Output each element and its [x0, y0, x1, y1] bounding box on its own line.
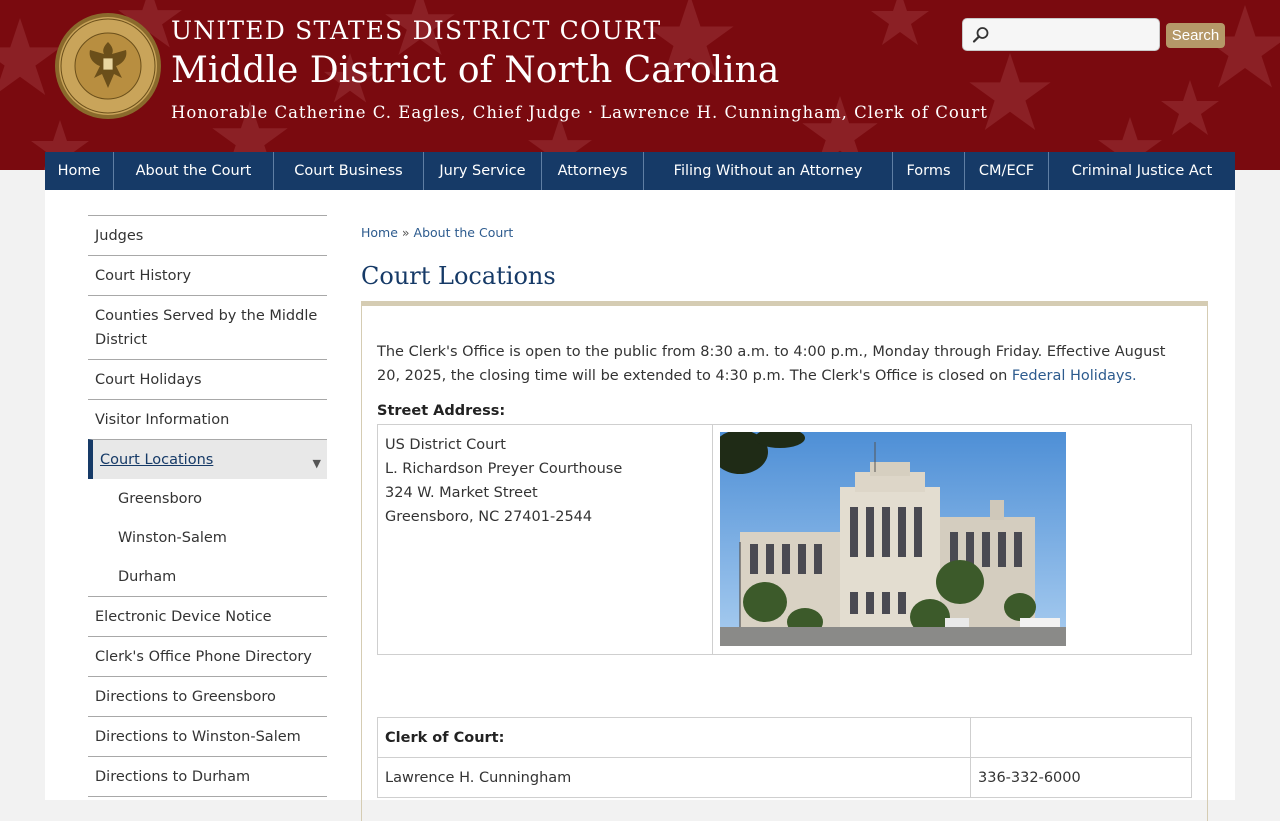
sidebar-item-label: Winston-Salem	[118, 529, 227, 546]
sidebar-subitem-winston-salem[interactable]: Winston-Salem	[88, 518, 327, 557]
sidebar-item-label: Greensboro	[118, 490, 203, 507]
sidebar-item-label: Court Holidays	[95, 371, 202, 388]
sidebar-item-label: Directions to Durham	[95, 768, 251, 785]
sidebar-item-court-locations[interactable]: Court Locations ▼	[88, 439, 327, 479]
sidebar-item-phone-directory[interactable]: Clerk's Office Phone Directory	[88, 636, 327, 676]
sidebar-item-label: Judges	[95, 227, 144, 244]
table-row: Lawrence H. Cunningham 336-332-6000	[377, 757, 1192, 798]
address-line: Greensboro, NC 27401-2544	[385, 509, 593, 525]
sidebar-item-directions-greensboro[interactable]: Directions to Greensboro	[88, 676, 327, 716]
site-header: UNITED STATES DISTRICT COURT Middle Dist…	[0, 0, 1280, 170]
judge-clerk-line: Honorable Catherine C. Eagles, Chief Jud…	[171, 103, 988, 122]
breadcrumb-home-link[interactable]: Home	[361, 225, 398, 240]
breadcrumb: Home » About the Court	[361, 225, 513, 240]
breadcrumb-about-link[interactable]: About the Court	[414, 225, 514, 240]
search-icon	[972, 27, 989, 43]
office-hours-text: The Clerk's Office is open to the public…	[377, 340, 1177, 388]
nav-filing-without-attorney[interactable]: Filing Without an Attorney	[644, 152, 893, 190]
address-line: US District Court	[385, 437, 506, 453]
sidebar-item-court-history[interactable]: Court History	[88, 255, 327, 295]
court-name-line: UNITED STATES DISTRICT COURT	[171, 16, 662, 45]
sidebar-item-label: Electronic Device Notice	[95, 608, 272, 625]
sidebar-item-label: Directions to Winston-Salem	[95, 728, 301, 745]
page-title: Court Locations	[361, 262, 556, 290]
nav-cm-ecf[interactable]: CM/ECF	[965, 152, 1049, 190]
nav-about-the-court[interactable]: About the Court	[114, 152, 274, 190]
search-box[interactable]	[962, 18, 1160, 51]
clerk-name-cell: Lawrence H. Cunningham	[377, 757, 971, 798]
nav-attorneys[interactable]: Attorneys	[542, 152, 644, 190]
address-cell: US District Court L. Richardson Preyer C…	[377, 424, 713, 655]
main-content-panel: Judges Court History Counties Served by …	[45, 190, 1235, 821]
sidebar-item-label: Counties Served by the Middle District	[95, 307, 318, 348]
clerk-phone-cell: 336-332-6000	[970, 757, 1192, 798]
sidebar-item-label: Clerk's Office Phone Directory	[95, 648, 312, 665]
sidebar-divider	[88, 796, 327, 797]
sidebar-item-label: Directions to Greensboro	[95, 688, 276, 705]
sidebar-menu: Judges Court History Counties Served by …	[88, 215, 327, 797]
court-seal-icon	[55, 13, 161, 119]
table-row: Clerk of Court:	[377, 717, 1192, 758]
sidebar-item-label: Court Locations	[100, 451, 214, 468]
sidebar-item-counties-served[interactable]: Counties Served by the Middle District	[88, 295, 327, 359]
sidebar-item-directions-winston-salem[interactable]: Directions to Winston-Salem	[88, 716, 327, 756]
photo-cell	[712, 424, 1192, 655]
nav-jury-service[interactable]: Jury Service	[424, 152, 542, 190]
sidebar-item-court-holidays[interactable]: Court Holidays	[88, 359, 327, 399]
sidebar-item-label: Visitor Information	[95, 411, 230, 428]
sidebar-item-electronic-device-notice[interactable]: Electronic Device Notice	[88, 596, 327, 636]
street-address-label: Street Address:	[377, 403, 506, 419]
courthouse-photo	[720, 432, 1066, 646]
sidebar-subitem-greensboro[interactable]: Greensboro	[88, 479, 327, 518]
address-table: US District Court L. Richardson Preyer C…	[377, 424, 1192, 655]
clerk-table: Clerk of Court: Lawrence H. Cunningham 3…	[377, 717, 1192, 798]
sidebar-item-label: Durham	[118, 568, 177, 585]
nav-home[interactable]: Home	[45, 152, 114, 190]
clerk-header-cell: Clerk of Court:	[377, 717, 971, 758]
federal-holidays-link[interactable]: Federal Holidays.	[1012, 368, 1137, 384]
nav-forms[interactable]: Forms	[893, 152, 965, 190]
main-navigation: Home About the Court Court Business Jury…	[45, 152, 1235, 190]
sidebar-subitem-durham[interactable]: Durham	[88, 557, 327, 596]
address-line: 324 W. Market Street	[385, 485, 538, 501]
search-button[interactable]: Search	[1166, 23, 1225, 48]
search-input[interactable]	[995, 23, 1154, 47]
caret-down-icon[interactable]: ▼	[313, 452, 321, 476]
sidebar-item-label: Court History	[95, 267, 192, 284]
breadcrumb-separator: »	[401, 225, 410, 240]
sidebar-item-directions-durham[interactable]: Directions to Durham	[88, 756, 327, 796]
sidebar-item-judges[interactable]: Judges	[88, 215, 327, 255]
nav-criminal-justice-act[interactable]: Criminal Justice Act	[1049, 152, 1235, 190]
address-line: L. Richardson Preyer Courthouse	[385, 461, 623, 477]
empty-cell	[970, 717, 1192, 758]
nav-court-business[interactable]: Court Business	[274, 152, 424, 190]
content-box: The Clerk's Office is open to the public…	[361, 301, 1208, 821]
sidebar-item-visitor-information[interactable]: Visitor Information	[88, 399, 327, 439]
district-name[interactable]: Middle District of North Carolina	[171, 50, 779, 91]
